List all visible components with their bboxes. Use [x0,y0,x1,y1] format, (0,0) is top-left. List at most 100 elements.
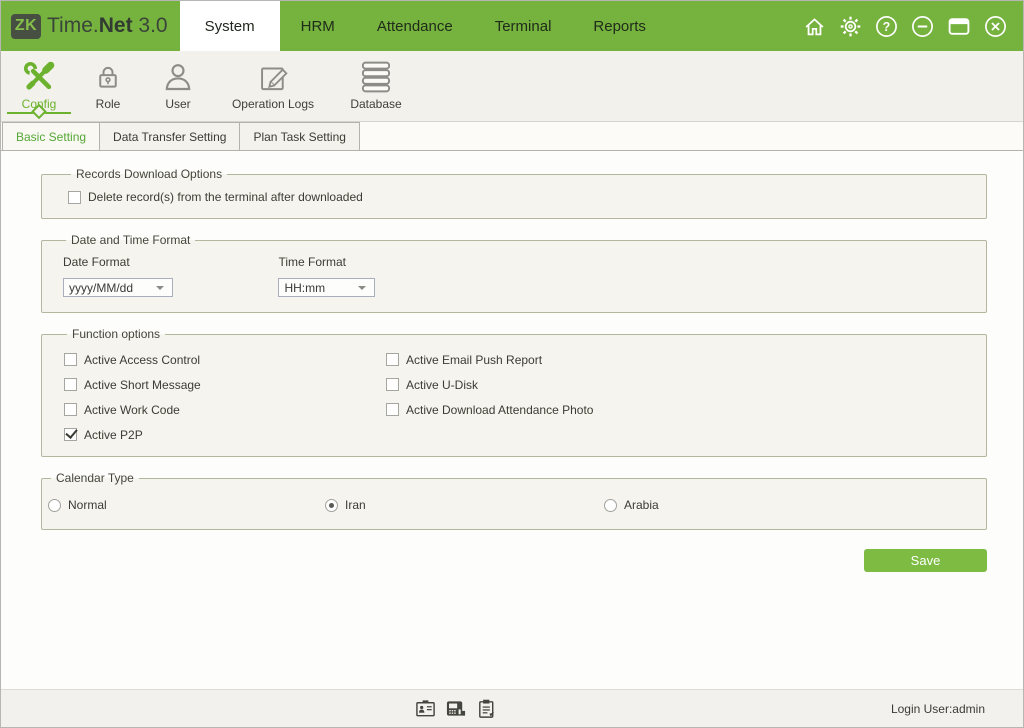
date-format-value: yyyy/MM/dd [69,281,133,295]
arabia-label: Arabia [624,498,659,512]
app-title: Time.Net 3.0 [47,14,168,38]
toolbar-item-user[interactable]: User [141,51,215,121]
zk-logo-icon: ZK [11,14,41,39]
calendar-option-normal: Normal [48,498,325,512]
time-format-dropdown[interactable]: HH:mm [278,278,375,297]
function-options-left-column: Active Access Control Active Short Messa… [64,347,386,447]
calendar-option-iran: Iran [325,498,604,512]
statusbar: Login User:admin [1,689,1023,727]
iran-radio[interactable] [325,499,338,512]
app-title-net: Net [99,14,133,37]
app-window: ZK Time.Net 3.0 System HRM Attendance Te… [0,0,1024,728]
calendar-type-options: Normal Iran Arabia [48,494,986,516]
date-format-dropdown[interactable]: yyyy/MM/dd [63,278,173,297]
menu-item-system[interactable]: System [180,1,280,51]
settings-tabstrip: Basic Setting Data Transfer Setting Plan… [1,122,1023,151]
date-format-label: Date Format [63,255,274,269]
active-u-disk-checkbox[interactable] [386,378,399,391]
function-option: Active U-Disk [386,372,986,397]
employee-badge-icon[interactable] [415,698,436,719]
active-access-control-checkbox[interactable] [64,353,77,366]
login-user-status: Login User:admin [891,690,985,727]
toolbar-item-role[interactable]: Role [75,51,141,121]
active-download-attendance-photo-label: Active Download Attendance Photo [406,403,593,417]
toolbar-item-database[interactable]: Database [331,51,421,121]
lock-icon [93,58,123,96]
normal-radio[interactable] [48,499,61,512]
app-title-time: Time. [47,14,99,37]
function-options-right-column: Active Email Push Report Active U-Disk A… [386,347,986,447]
function-option: Active Email Push Report [386,347,986,372]
help-icon[interactable]: ? [875,15,898,38]
records-download-options-group: Records Download Options Delete record(s… [41,167,987,219]
active-email-push-report-checkbox[interactable] [386,353,399,366]
statusbar-icons [415,690,497,727]
toolbar-label-config: Config [22,97,57,111]
database-icon [360,58,392,96]
toolbar-label-operation-logs: Operation Logs [232,97,314,111]
app-title-version: 3.0 [138,14,167,37]
active-u-disk-label: Active U-Disk [406,378,478,392]
active-access-control-label: Active Access Control [84,353,200,367]
active-p2p-label: Active P2P [84,428,143,442]
delete-records-option: Delete record(s) from the terminal after… [68,190,986,204]
active-short-message-checkbox[interactable] [64,378,77,391]
toolbar-label-user: User [165,97,190,111]
report-clipboard-icon[interactable] [476,698,497,720]
settings-gear-icon[interactable] [839,15,862,38]
function-option: Active Work Code [64,397,386,422]
active-download-attendance-photo-checkbox[interactable] [386,403,399,416]
titlebar: ZK Time.Net 3.0 System HRM Attendance Te… [1,1,1023,51]
tab-data-transfer-setting[interactable]: Data Transfer Setting [99,122,240,150]
terminal-device-icon[interactable] [445,698,467,719]
normal-label: Normal [68,498,107,512]
date-time-format-group: Date and Time Format Date Format yyyy/MM… [41,233,987,313]
function-option: Active Access Control [64,347,386,372]
function-option: Active P2P [64,422,386,447]
tab-plan-task-setting[interactable]: Plan Task Setting [239,122,360,150]
calendar-type-group: Calendar Type Normal Iran Arabia [41,471,987,530]
menu-item-terminal[interactable]: Terminal [474,1,573,51]
time-format-value: HH:mm [284,281,325,295]
menu-item-attendance[interactable]: Attendance [356,1,474,51]
toolbar-label-database: Database [350,97,401,111]
function-option: Active Download Attendance Photo [386,397,986,422]
function-options-group: Function options Active Access Control A… [41,327,987,457]
save-row: Save [1,549,987,572]
delete-records-label: Delete record(s) from the terminal after… [88,190,363,204]
time-format-field: Time Format HH:mm [278,255,375,297]
toolbar-label-role: Role [96,97,121,111]
tab-basic-setting[interactable]: Basic Setting [2,122,100,150]
menu-item-reports[interactable]: Reports [572,1,667,51]
calendar-option-arabia: Arabia [604,498,659,512]
active-work-code-checkbox[interactable] [64,403,77,416]
iran-label: Iran [345,498,366,512]
active-short-message-label: Active Short Message [84,378,201,392]
app-logo: ZK Time.Net 3.0 [1,1,180,51]
records-download-options-legend: Records Download Options [71,167,227,181]
menu-item-hrm[interactable]: HRM [280,1,356,51]
arabia-radio[interactable] [604,499,617,512]
date-time-format-legend: Date and Time Format [66,233,195,247]
minimize-icon[interactable] [911,15,934,38]
close-icon[interactable] [984,15,1007,38]
home-icon[interactable] [803,15,826,38]
basic-setting-panel: Records Download Options Delete record(s… [1,151,1023,689]
active-email-push-report-label: Active Email Push Report [406,353,542,367]
maximize-icon[interactable] [947,15,971,38]
function-options-legend: Function options [67,327,165,341]
svg-text:?: ? [883,19,891,33]
config-tools-icon [21,58,57,96]
system-toolbar: Config Role User [1,51,1023,122]
toolbar-item-config[interactable]: Config [3,51,75,121]
active-p2p-checkbox[interactable] [64,428,77,441]
active-work-code-label: Active Work Code [84,403,180,417]
operation-logs-icon [256,58,290,96]
save-button[interactable]: Save [864,549,987,572]
calendar-type-legend: Calendar Type [51,471,139,485]
delete-records-checkbox[interactable] [68,191,81,204]
time-format-label: Time Format [278,255,375,269]
titlebar-buttons: ? [803,1,1023,51]
toolbar-item-operation-logs[interactable]: Operation Logs [215,51,331,121]
function-options-grid: Active Access Control Active Short Messa… [64,347,986,447]
